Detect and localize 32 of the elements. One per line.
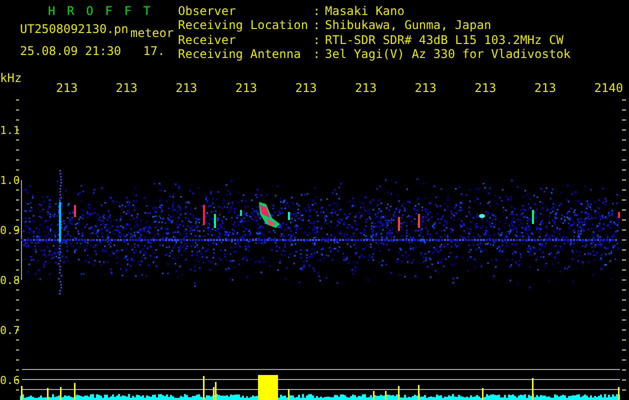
field-value: Shibukawa, Gunma, Japan [325, 19, 492, 34]
axis-label: 213 [116, 81, 138, 95]
file-name: UT2508092130.pn [20, 23, 128, 35]
count: 17. [143, 45, 165, 57]
file-tag: meteor [130, 27, 174, 39]
axis-label: 213 [176, 81, 198, 95]
axis-unit: kHz [0, 71, 22, 85]
field-label: Receiving Location [178, 19, 310, 34]
axis-label: 213 [295, 81, 317, 95]
separator: : [313, 5, 322, 20]
field-label: Receiver [178, 34, 237, 48]
field-label: Receiving Antenna [178, 48, 302, 62]
field-value: RTL-SDR SDR# 43dB L15 103.2MHz CW [325, 34, 564, 48]
field-label: Observer [178, 5, 237, 20]
timestamp: 25.08.09 21:30 [20, 45, 122, 57]
separator: : [313, 19, 322, 34]
axis-label: 0.9 [0, 224, 20, 237]
axis-label: 213 [474, 81, 496, 95]
field-value: 3el Yagi(V) Az 330 for Vladivostok [325, 48, 571, 62]
axis-label: 2140 [594, 81, 624, 95]
field-value: Masaki Kano [325, 5, 406, 20]
axis-label: 213 [534, 81, 556, 95]
axis-label: 0.6 [0, 374, 20, 387]
axis-label: 213 [355, 81, 377, 95]
axis-label: 213 [235, 81, 258, 95]
separator: : [313, 48, 322, 62]
axis-label: 213 [414, 81, 436, 95]
separator: : [313, 34, 322, 48]
app-title: H R O F F T [47, 5, 154, 17]
axis-label: 1.1 [0, 124, 20, 137]
axis-label: 213 [56, 81, 78, 95]
axis-label: 0.7 [0, 324, 20, 337]
